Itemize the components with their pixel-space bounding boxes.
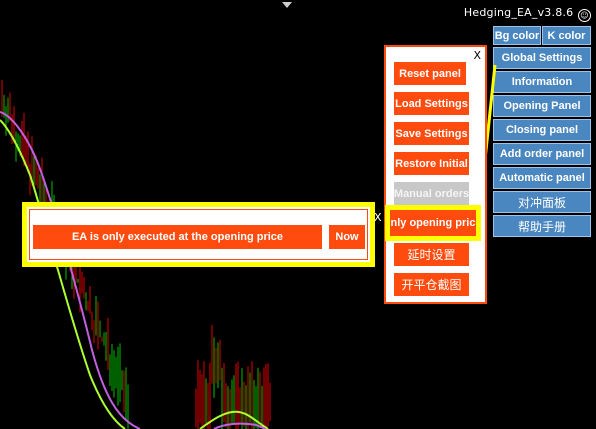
load-settings-button[interactable]: Load Settings xyxy=(394,92,469,115)
popup-message: EA is only executed at the opening price xyxy=(33,225,322,249)
save-settings-button[interactable]: Save Settings xyxy=(394,122,469,145)
help-manual-button[interactable]: 帮助手册 xyxy=(493,215,591,237)
global-settings-button[interactable]: Global Settings xyxy=(493,47,591,69)
restore-initial-button[interactable]: Restore Initial xyxy=(394,152,469,175)
k-color-button[interactable]: K color xyxy=(542,26,591,45)
panel-close-button[interactable]: X xyxy=(473,49,481,62)
hedge-panel-button[interactable]: 对冲面板 xyxy=(493,191,591,213)
information-button[interactable]: Information xyxy=(493,71,591,93)
manual-orders-button[interactable]: Manual orders xyxy=(394,182,469,205)
popup-now-button[interactable]: Now xyxy=(329,225,365,249)
open-close-screenshot-button[interactable]: 开平仓截图 xyxy=(394,273,469,296)
popup-close-button[interactable]: X xyxy=(374,211,382,224)
opening-panel-button[interactable]: Opening Panel xyxy=(493,95,591,117)
delay-settings-button[interactable]: 延时设置 xyxy=(394,243,469,266)
moving-average-fast xyxy=(0,119,126,429)
automatic-panel-button[interactable]: Automatic panel xyxy=(493,167,591,189)
only-opening-price-button[interactable]: nly opening pric xyxy=(385,205,481,241)
smiley-icon: ☺ xyxy=(578,9,591,22)
reset-panel-button[interactable]: Reset panel xyxy=(394,62,466,85)
chart-shift-marker[interactable] xyxy=(282,2,292,8)
ea-title: Hedging_EA_v3.8.6 ☺ xyxy=(464,6,591,22)
ea-title-text: Hedging_EA_v3.8.6 xyxy=(463,6,574,19)
add-order-panel-button[interactable]: Add order panel xyxy=(493,143,591,165)
closing-panel-button[interactable]: Closing panel xyxy=(493,119,591,141)
bg-color-button[interactable]: Bg color xyxy=(493,26,541,45)
